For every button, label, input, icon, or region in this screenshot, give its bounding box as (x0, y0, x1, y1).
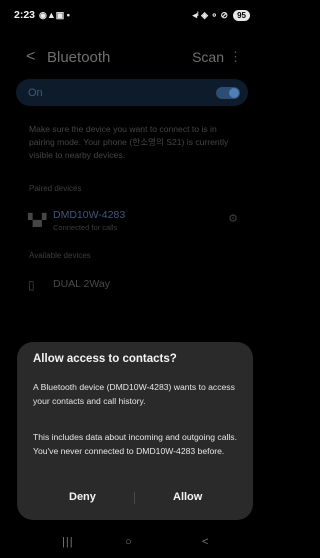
app-bar: < Bluetooth Scan ⋮ (0, 42, 264, 72)
nav-back-icon[interactable]: < (202, 536, 208, 548)
recent-apps-icon[interactable]: ||| (62, 536, 74, 548)
available-device-row[interactable]: ▯ DUAL 2Way (16, 268, 248, 302)
back-icon[interactable]: < (26, 48, 35, 66)
home-icon[interactable]: ○ (125, 536, 132, 548)
dialog-title: Allow access to contacts? (33, 353, 177, 365)
grid-device-icon: ▚▞ (28, 213, 47, 227)
paired-device-row[interactable]: ▚▞ DMD10W-4283 Connected for calls ⚙ (16, 203, 248, 237)
phone-screen: 2:23 ◉▲▣ • ◂ᴵ ◈ ⚬ ⊘ 95 < Bluetooth Scan … (0, 0, 264, 558)
switch-knob (229, 87, 239, 98)
allow-button[interactable]: Allow (173, 491, 202, 503)
dialog-body-details: This includes data about incoming and ou… (33, 432, 237, 456)
pairing-description: Make sure the device you want to connect… (29, 124, 229, 160)
battery-icon: 95 (233, 9, 250, 21)
signal-icons: ◂ᴵ ◈ ⚬ ⊘ (192, 9, 229, 20)
paired-device-name: DMD10W-4283 (53, 209, 126, 221)
status-bar: 2:23 ◉▲▣ • ◂ᴵ ◈ ⚬ ⊘ 95 (0, 0, 264, 30)
button-divider (134, 492, 135, 504)
navigation-bar: ||| ○ < (0, 530, 264, 558)
available-devices-header: Available devices (29, 251, 91, 260)
status-time: 2:23 (14, 9, 36, 21)
phone-device-icon: ▯ (28, 278, 35, 292)
bluetooth-toggle-row[interactable]: On (16, 79, 248, 106)
scan-button[interactable]: Scan (192, 49, 224, 65)
dialog-body-request: A Bluetooth device (DMD10W-4283) wants t… (33, 382, 235, 406)
deny-button[interactable]: Deny (69, 491, 96, 503)
toggle-label: On (28, 86, 43, 99)
available-device-name: DUAL 2Way (53, 278, 110, 290)
page-title: Bluetooth (47, 48, 111, 66)
gear-icon[interactable]: ⚙ (228, 212, 238, 225)
paired-devices-header: Paired devices (29, 184, 82, 193)
status-left: 2:23 ◉▲▣ • (14, 9, 70, 21)
contacts-permission-dialog: Allow access to contacts? A Bluetooth de… (17, 342, 253, 520)
notification-icons: ◉▲▣ • (39, 9, 70, 20)
paired-device-status: Connected for calls (53, 223, 118, 232)
bluetooth-switch[interactable] (216, 86, 240, 99)
status-right: ◂ᴵ ◈ ⚬ ⊘ 95 (192, 9, 250, 21)
more-options-icon[interactable]: ⋮ (229, 49, 242, 65)
